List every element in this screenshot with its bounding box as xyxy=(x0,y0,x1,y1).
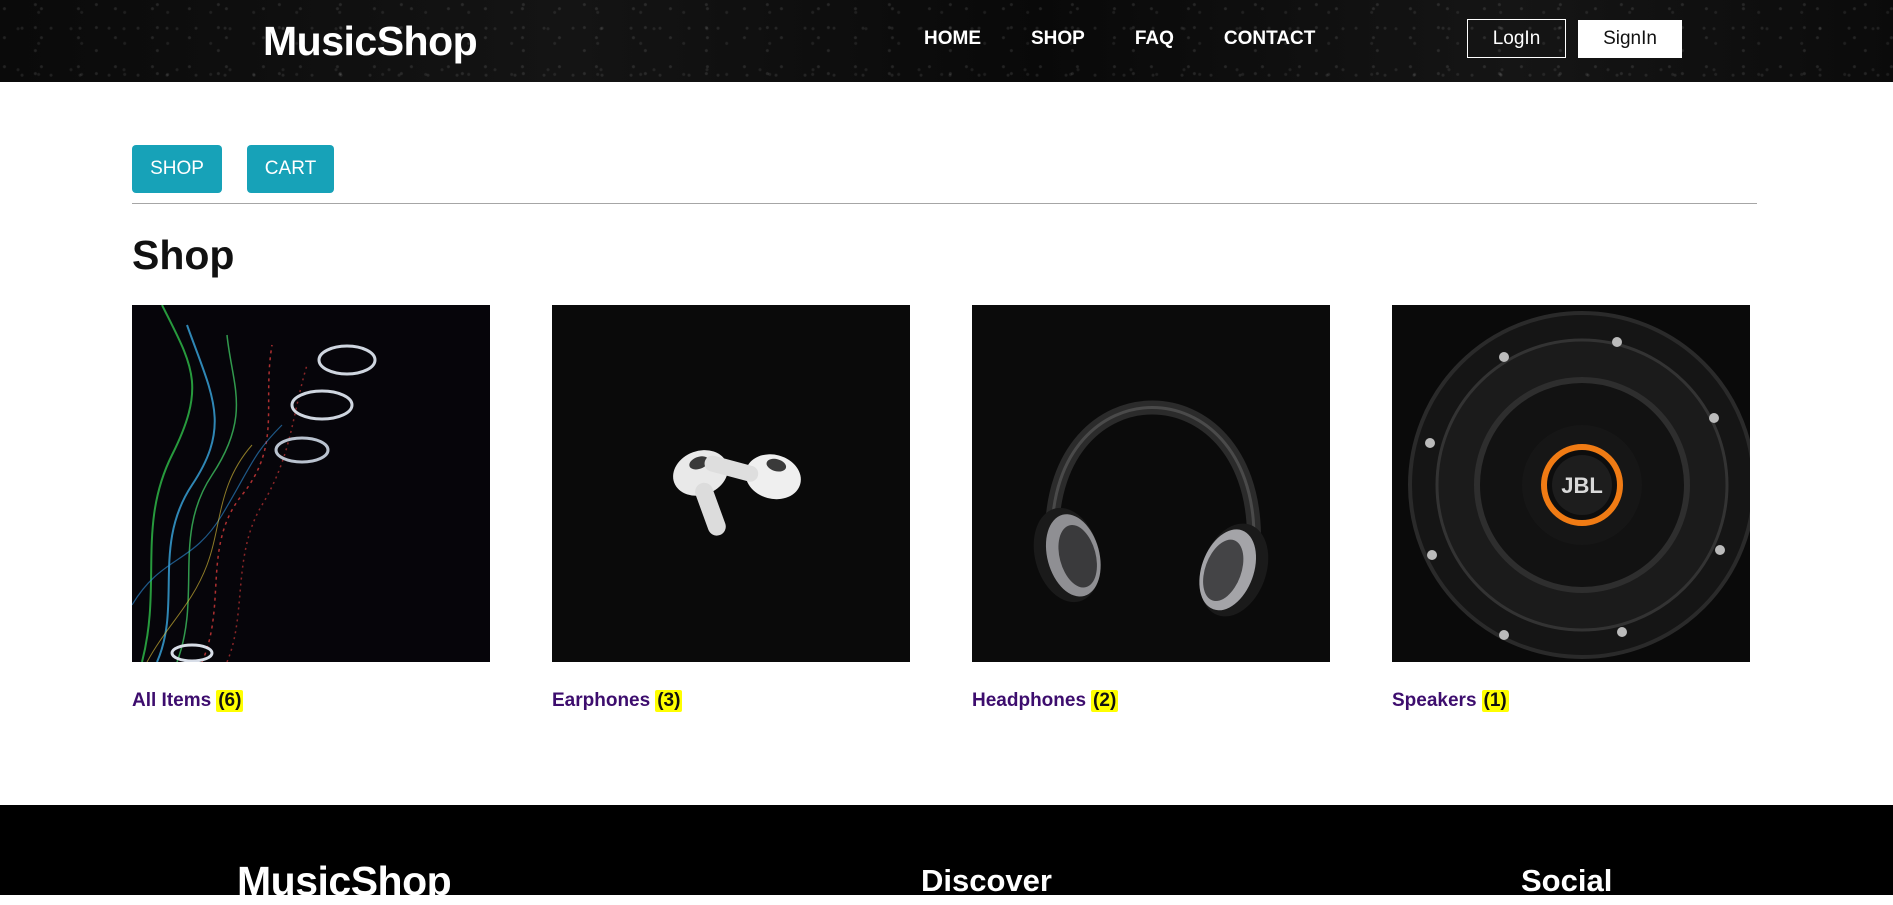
light-trails-image[interactable] xyxy=(132,305,490,662)
main-nav: HOME SHOP FAQ CONTACT xyxy=(924,28,1365,50)
footer-brand: MusicShop xyxy=(237,858,452,904)
category-count-badge: (1) xyxy=(1481,690,1509,712)
category-link-speakers[interactable]: Speakers (1) xyxy=(1392,690,1750,712)
category-name: Earphones xyxy=(552,690,651,711)
category-card-headphones: Headphones (2) xyxy=(972,305,1330,712)
category-count-badge: (3) xyxy=(655,690,683,712)
footer-discover-heading: Discover xyxy=(921,863,1052,898)
category-card-earphones: Earphones (3) xyxy=(552,305,910,712)
category-count-badge: (6) xyxy=(216,690,244,712)
category-link-earphones[interactable]: Earphones (3) xyxy=(552,690,910,712)
category-link-all-items[interactable]: All Items (6) xyxy=(132,690,490,712)
category-count: 6 xyxy=(224,690,236,711)
category-name: All Items xyxy=(132,690,212,711)
brand-logo[interactable]: MusicShop xyxy=(263,18,478,65)
footer-social-heading: Social xyxy=(1521,863,1613,898)
earbuds-image[interactable] xyxy=(552,305,910,662)
nav-home-link[interactable]: HOME xyxy=(924,28,981,50)
footer: MusicShop Discover Social xyxy=(0,805,1893,904)
login-button[interactable]: LogIn xyxy=(1467,19,1566,58)
speaker-image[interactable]: JBL xyxy=(1392,305,1750,662)
shop-tab-button[interactable]: SHOP xyxy=(132,145,222,193)
category-count: 3 xyxy=(663,690,675,711)
category-count-badge: (2) xyxy=(1091,690,1119,712)
top-navbar: MusicShop HOME SHOP FAQ CONTACT LogIn Si… xyxy=(0,0,1893,82)
divider xyxy=(132,203,1757,204)
nav-contact-link[interactable]: CONTACT xyxy=(1224,28,1315,50)
cart-tab-button[interactable]: CART xyxy=(247,145,334,193)
category-count: 2 xyxy=(1099,690,1110,711)
category-name: Speakers xyxy=(1392,690,1477,711)
category-count: 1 xyxy=(1489,690,1501,711)
signin-button[interactable]: SignIn xyxy=(1578,20,1682,58)
page-title: Shop xyxy=(132,232,235,278)
category-card-all-items: All Items (6) xyxy=(132,305,490,712)
headphones-image[interactable] xyxy=(972,305,1330,662)
category-name: Headphones xyxy=(972,690,1087,711)
nav-shop-link[interactable]: SHOP xyxy=(1031,28,1085,50)
category-link-headphones[interactable]: Headphones (2) xyxy=(972,690,1330,712)
svg-text:JBL: JBL xyxy=(1561,473,1603,498)
category-card-speakers: JBL Speakers (1) xyxy=(1392,305,1750,712)
nav-faq-link[interactable]: FAQ xyxy=(1135,28,1174,50)
